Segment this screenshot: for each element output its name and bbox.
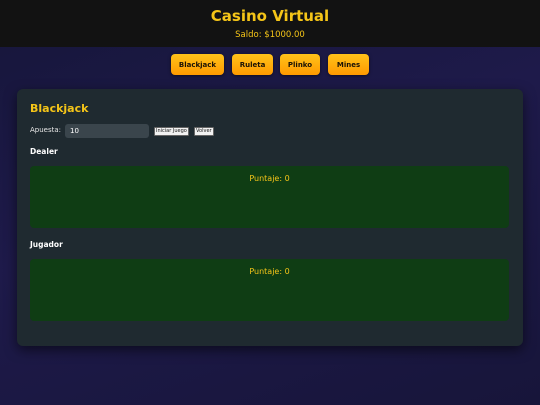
- game-nav: Blackjack Ruleta Plinko Mines: [0, 54, 540, 75]
- player-hand-area: Puntaje: 0: [30, 259, 509, 321]
- player-score: Puntaje: 0: [249, 267, 290, 276]
- back-button[interactable]: Volver: [194, 127, 214, 136]
- dealer-hand-area: Puntaje: 0: [30, 166, 509, 228]
- nav-blackjack-button[interactable]: Blackjack: [171, 54, 224, 75]
- game-panel: Blackjack Apuesta: Iniciar Juego Volver …: [17, 89, 523, 346]
- app-title: Casino Virtual: [210, 7, 330, 25]
- nav-ruleta-button[interactable]: Ruleta: [232, 54, 273, 75]
- player-label: Jugador: [30, 240, 63, 249]
- dealer-label: Dealer: [30, 147, 58, 156]
- balance-display: Saldo: $1000.00: [235, 30, 305, 40]
- nav-plinko-button[interactable]: Plinko: [280, 54, 320, 75]
- nav-mines-button[interactable]: Mines: [328, 54, 369, 75]
- top-bar: Casino Virtual Saldo: $1000.00: [0, 0, 540, 47]
- start-game-button[interactable]: Iniciar Juego: [154, 127, 189, 136]
- dealer-score: Puntaje: 0: [249, 174, 290, 183]
- bet-input[interactable]: [65, 124, 149, 138]
- bet-label: Apuesta:: [30, 126, 62, 134]
- game-title: Blackjack: [30, 102, 89, 115]
